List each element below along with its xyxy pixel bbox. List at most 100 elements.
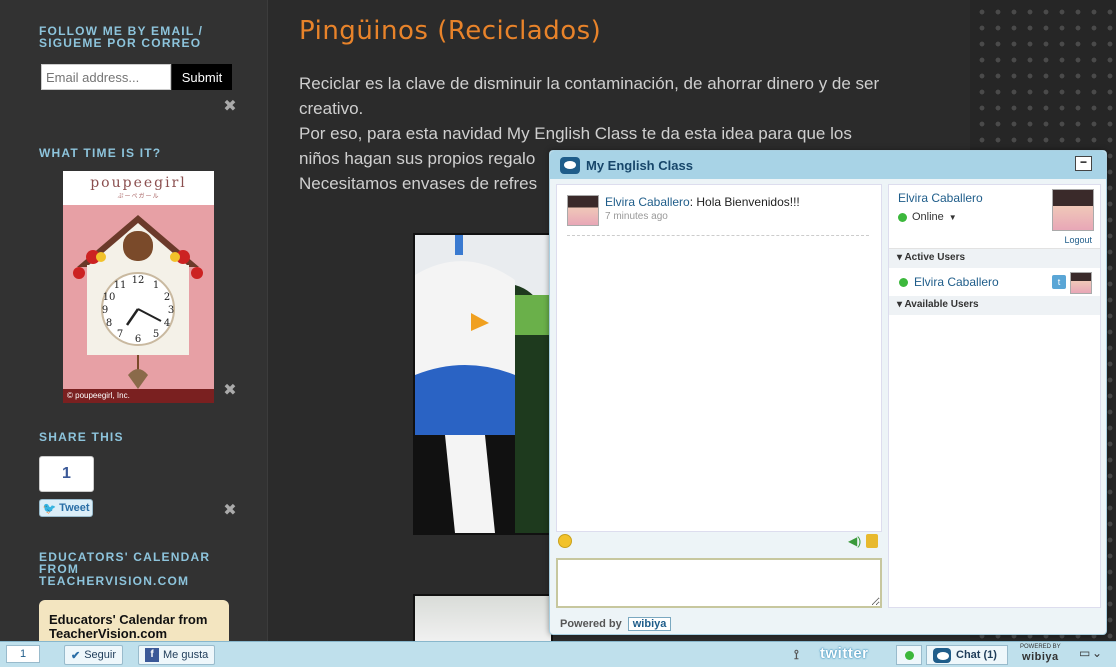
chat-message: Elvira Caballero: Hola Bienvenidos!!! 7 … <box>567 195 800 226</box>
second-photo <box>413 594 553 644</box>
tweet-button[interactable]: 🐦 Tweet <box>39 499 93 517</box>
twitter-icon[interactable]: t <box>1052 275 1066 289</box>
seguir-label: Seguir <box>84 649 117 661</box>
share-count: 1 <box>39 456 94 492</box>
post-line: Por eso, para esta navidad My English Cl… <box>299 124 852 143</box>
svg-text:4: 4 <box>164 318 170 329</box>
powered-by: Powered by wibiya <box>560 617 672 631</box>
email-input[interactable] <box>41 64 171 90</box>
active-users-header[interactable]: ▾ Active Users <box>889 249 1100 268</box>
wrench-icon[interactable]: ✖ <box>221 382 239 400</box>
svg-text:8: 8 <box>106 318 112 329</box>
time-heading: WHAT TIME IS IT? <box>39 146 162 160</box>
svg-text:12: 12 <box>132 275 145 286</box>
bottom-toolbar: 1 ✔ Seguir f Me gusta ⟟ twitter Chat (1)… <box>0 641 1116 667</box>
chat-toggle-label: Chat (1) <box>956 649 997 661</box>
twitter-bird-icon: 🐦 <box>42 502 57 515</box>
chevron-down-icon: ▼ <box>948 212 957 222</box>
online-status-button[interactable] <box>896 645 922 665</box>
submit-button[interactable]: Submit <box>172 64 232 90</box>
status-label: Online <box>912 211 944 223</box>
settings-icon[interactable]: ▭ <box>1079 646 1090 660</box>
powered-small: POWERED BY <box>1020 644 1061 650</box>
chat-bubble-icon <box>560 156 580 174</box>
clock-copyright: © poupeegirl, Inc. <box>63 389 214 403</box>
svg-text:7: 7 <box>117 329 123 340</box>
calendar-heading-line-3: TEACHERVISION.COM <box>39 574 190 588</box>
share-heading: SHARE THIS <box>39 430 124 444</box>
chat-header[interactable]: My English Class <box>550 151 1106 179</box>
calendar-heading: EDUCATORS' CALENDAR FROM TEACHERVISION.C… <box>39 551 210 587</box>
minimize-button[interactable]: − <box>1075 156 1092 171</box>
wrench-icon[interactable]: ✖ <box>221 502 239 520</box>
chat-title: My English Class <box>586 157 693 173</box>
status-selector[interactable]: Online ▼ <box>898 211 957 223</box>
sound-icon[interactable]: ◀) <box>848 534 862 548</box>
current-user-name[interactable]: Elvira Caballero <box>898 191 983 205</box>
current-user-card: Elvira Caballero Online ▼ Logout <box>889 185 1100 249</box>
twitter-button[interactable]: twitter <box>820 645 869 662</box>
message-body: Hola Bienvenidos!!! <box>696 195 800 209</box>
message-time: 7 minutes ago <box>605 211 668 222</box>
online-dot-icon <box>898 212 907 222</box>
svg-text:5: 5 <box>153 329 159 340</box>
online-dot-icon <box>899 277 908 287</box>
check-icon: ✔ <box>71 649 81 662</box>
message-pane: Elvira Caballero: Hola Bienvenidos!!! 7 … <box>556 184 882 532</box>
divider <box>567 235 869 236</box>
collapse-icon[interactable]: ⌄ <box>1092 646 1102 660</box>
users-pane: Elvira Caballero Online ▼ Logout ▾ Activ… <box>888 184 1101 608</box>
svg-text:9: 9 <box>102 305 108 316</box>
svg-text:10: 10 <box>103 292 116 303</box>
active-users-heading: Active Users <box>904 252 966 263</box>
message-text: Elvira Caballero: Hola Bienvenidos!!! <box>605 195 800 209</box>
clock-brand-sub: ぷーぺガール <box>117 193 160 200</box>
follow-heading-line-2: SIGUEME POR CORREO <box>39 36 202 50</box>
svg-text:2: 2 <box>164 292 170 303</box>
chat-message-input[interactable] <box>556 558 882 608</box>
available-users-header[interactable]: ▾ Available Users <box>889 296 1100 315</box>
penguin-photo <box>413 233 553 535</box>
svg-text:1: 1 <box>153 280 159 291</box>
share-count-badge: 1 <box>6 645 40 663</box>
svg-text:6: 6 <box>135 334 141 345</box>
clock-brand: poupeegirl ぷーぺガール <box>63 171 214 205</box>
post-line: creativo. <box>299 99 364 118</box>
svg-text:11: 11 <box>114 280 127 291</box>
active-user-row[interactable]: Elvira Caballero t <box>889 268 1100 296</box>
chat-toggle-button[interactable]: Chat (1) <box>926 645 1008 665</box>
avatar[interactable] <box>567 195 599 226</box>
me-gusta-button[interactable]: f Me gusta <box>138 645 216 665</box>
post-title[interactable]: Pingüinos (Reciclados) <box>299 16 601 46</box>
wibiya-brand[interactable]: POWERED BY wibiya <box>1020 644 1061 663</box>
clock-brand-text: poupeegirl <box>90 175 187 191</box>
svg-text:3: 3 <box>168 305 174 316</box>
facebook-icon: f <box>145 648 159 662</box>
chat-bubble-icon <box>933 647 951 663</box>
me-gusta-label: Me gusta <box>163 649 209 661</box>
tweet-label: Tweet <box>59 502 90 514</box>
wrench-icon[interactable]: ✖ <box>221 98 239 116</box>
avatar[interactable] <box>1052 189 1094 231</box>
wibiya-small: wibiya <box>1022 651 1059 663</box>
penguin-illustration <box>415 235 551 533</box>
seguir-button[interactable]: ✔ Seguir <box>64 645 124 665</box>
follow-heading: FOLLOW ME BY EMAIL / SIGUEME POR CORREO <box>39 25 203 49</box>
sidebar: FOLLOW ME BY EMAIL / SIGUEME POR CORREO … <box>0 0 268 667</box>
logout-link[interactable]: Logout <box>1064 235 1092 245</box>
wibiya-logo[interactable]: wibiya <box>627 617 672 631</box>
rss-icon[interactable]: ⟟ <box>794 647 799 663</box>
available-users-heading: Available Users <box>904 299 979 310</box>
online-dot-icon <box>904 650 914 660</box>
lock-icon[interactable] <box>866 534 878 548</box>
active-user-name: Elvira Caballero <box>914 275 999 289</box>
powered-by-label: Powered by <box>560 618 622 630</box>
message-sender[interactable]: Elvira Caballero <box>605 195 690 209</box>
smiley-icon[interactable] <box>558 534 572 548</box>
chat-window: My English Class − Elvira Caballero: Hol… <box>549 150 1107 635</box>
clock-illustration: 12 12 3 45 6 78 9 1011 <box>63 205 214 389</box>
emoji-bar: ◀) <box>556 534 882 554</box>
cuckoo-clock-widget: poupeegirl ぷーぺガール 12 1 2 345 678 9 10 11 © <box>63 171 214 403</box>
post-line: Reciclar es la clave de disminuir la con… <box>299 74 880 93</box>
avatar[interactable] <box>1070 272 1092 294</box>
